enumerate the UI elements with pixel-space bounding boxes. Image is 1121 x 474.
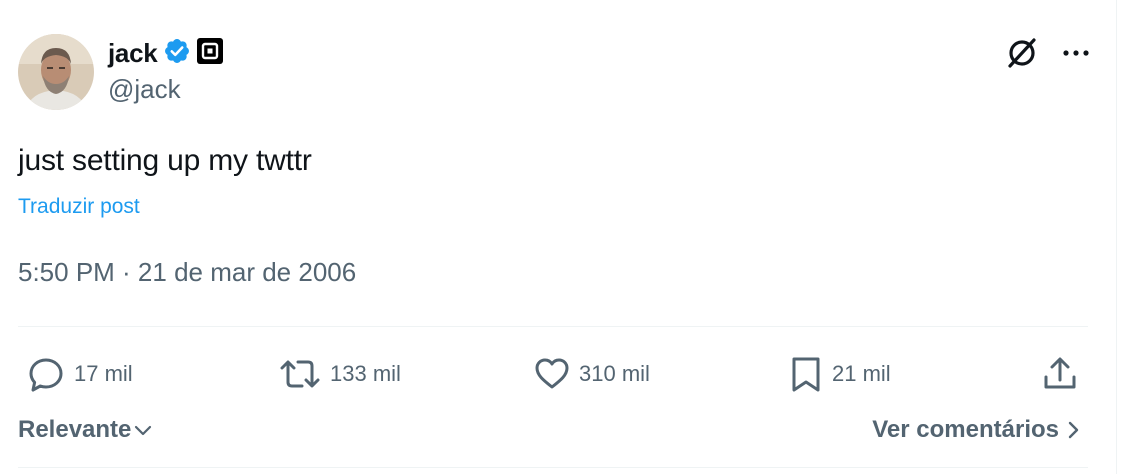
like-button[interactable]: 310 mil — [533, 353, 650, 395]
repost-icon — [280, 360, 320, 388]
author-handle[interactable]: @jack — [108, 74, 181, 105]
reply-sort-dropdown[interactable]: Relevante — [18, 416, 153, 444]
chevron-down-icon — [135, 425, 152, 436]
see-comments-label: Ver comentários — [872, 416, 1059, 443]
heart-icon — [535, 358, 569, 389]
grok-icon[interactable] — [1005, 36, 1039, 70]
see-comments-link[interactable]: Ver comentários — [872, 416, 1081, 444]
more-options-icon[interactable] — [1061, 48, 1091, 58]
author-name-row: jack — [108, 36, 224, 70]
author-display-name[interactable]: jack — [108, 38, 158, 69]
reply-button[interactable]: 17 mil — [26, 353, 133, 395]
tweet-header-actions — [1005, 36, 1091, 70]
translate-post-link[interactable]: Traduzir post — [18, 195, 140, 219]
square-logo-icon[interactable] — [197, 37, 224, 69]
tweet-timestamp[interactable]: 5:50 PM · 21 de mar de 2006 — [18, 257, 356, 288]
divider — [18, 326, 1088, 327]
bookmark-count: 21 mil — [832, 361, 891, 386]
bookmark-button[interactable]: 21 mil — [788, 353, 891, 395]
tweet-text: just setting up my twttr — [18, 144, 312, 177]
avatar[interactable] — [18, 34, 94, 110]
reply-icon — [29, 358, 63, 392]
sort-label: Relevante — [18, 416, 132, 443]
like-count: 310 mil — [579, 361, 650, 386]
verified-badge-icon[interactable] — [163, 37, 191, 70]
repost-count: 133 mil — [330, 361, 401, 386]
bookmark-icon — [792, 357, 820, 392]
share-icon — [1044, 357, 1076, 389]
page-border — [1116, 0, 1117, 474]
share-button[interactable] — [1040, 353, 1080, 395]
divider — [18, 467, 1088, 468]
repost-button[interactable]: 133 mil — [278, 353, 401, 395]
chevron-right-icon — [1068, 421, 1079, 439]
reply-count: 17 mil — [74, 361, 133, 386]
